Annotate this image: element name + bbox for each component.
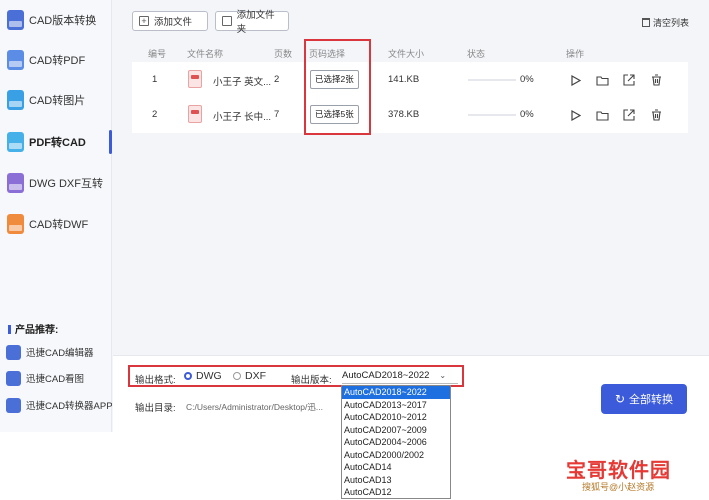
header-index: 编号 <box>148 49 167 59</box>
progress-bar <box>468 79 516 81</box>
table-row: 2 小王子 长中... 7 已选择5张 378.KB 0% <box>132 97 688 133</box>
version-option[interactable]: AutoCAD2000/2002 <box>342 449 450 462</box>
header-name: 文件名称 <box>187 49 224 59</box>
open-folder-icon[interactable] <box>595 73 609 87</box>
version-option[interactable]: AutoCAD12 <box>342 486 450 499</box>
table-header: 编号 文件名称 页数 页码选择 文件大小 状态 操作 <box>113 44 709 62</box>
clear-list-button[interactable]: 清空列表 <box>641 16 689 29</box>
header-pages: 页数 <box>274 49 293 59</box>
row-file-name: 小王子 英文... <box>213 77 272 88</box>
sidebar-item-cad-version[interactable]: CAD版本转换 <box>0 0 112 40</box>
recommend-label: 迅捷CAD看图 <box>26 374 85 385</box>
sidebar: CAD版本转换 CAD转PDF CAD转图片 PDF转CAD DWG DXF互转… <box>0 0 113 432</box>
recommend-title: 产品推荐: <box>8 321 58 336</box>
sidebar-item-cad-to-pdf[interactable]: CAD转PDF <box>0 40 112 80</box>
sidebar-item-label: DWG DXF互转 <box>29 178 103 190</box>
sidebar-item-pdf-to-cad[interactable]: PDF转CAD <box>0 122 112 162</box>
row-file-name: 小王子 长中... <box>213 112 272 123</box>
cad-app-icon <box>6 397 21 413</box>
format-version-highlight <box>128 365 464 387</box>
watermark: 宝哥软件园 搜狐号@小赵资源 <box>558 454 700 494</box>
version-option[interactable]: AutoCAD2013~2017 <box>342 399 450 412</box>
header-status: 状态 <box>467 49 486 59</box>
cad-to-pdf-icon <box>7 50 24 70</box>
cad-to-dwf-icon <box>7 214 24 234</box>
watermark-title: 宝哥软件园 <box>566 460 671 482</box>
row-pages: 2 <box>274 74 280 85</box>
sidebar-item-label: PDF转CAD <box>29 137 86 149</box>
version-option[interactable]: AutoCAD2004~2006 <box>342 436 450 449</box>
version-option[interactable]: AutoCAD2010~2012 <box>342 411 450 424</box>
row-index: 1 <box>152 74 158 85</box>
pdf-to-cad-icon <box>7 132 24 152</box>
output-dir-path[interactable]: C:/Users/Administrator/Desktop/迅... <box>186 401 323 413</box>
sidebar-item-label: CAD转图片 <box>29 95 86 107</box>
version-option[interactable]: AutoCAD14 <box>342 461 450 474</box>
add-folder-label: 添加文件夹 <box>236 10 275 35</box>
row-index: 2 <box>152 109 158 120</box>
header-size: 文件大小 <box>388 49 425 59</box>
sidebar-item-cad-to-image[interactable]: CAD转图片 <box>0 80 112 120</box>
folder-icon <box>222 16 232 26</box>
add-folder-button[interactable]: 添加文件夹 <box>215 10 289 35</box>
play-icon[interactable] <box>568 108 582 122</box>
recommend-cad-viewer[interactable]: 迅捷CAD看图 <box>6 368 84 388</box>
convert-all-button[interactable]: ↻ 全部转换 <box>601 384 687 414</box>
row-actions <box>568 73 676 87</box>
play-icon[interactable] <box>568 73 582 87</box>
sidebar-item-label: CAD版本转换 <box>29 15 97 27</box>
cad-to-image-icon <box>7 90 24 110</box>
recommend-label: 迅捷CAD转换器APP <box>26 401 113 412</box>
row-file-size: 141.KB <box>388 74 420 85</box>
row-progress: 0% <box>520 74 534 85</box>
recommend-cad-app[interactable]: 迅捷CAD转换器APP <box>6 395 113 415</box>
delete-icon[interactable] <box>649 73 663 87</box>
pdf-file-icon <box>188 70 202 88</box>
watermark-subtitle: 搜狐号@小赵资源 <box>582 482 655 492</box>
recommend-cad-editor[interactable]: 迅捷CAD编辑器 <box>6 342 94 362</box>
output-dir-label: 输出目录: <box>135 403 176 414</box>
cad-editor-icon <box>6 344 21 360</box>
delete-icon[interactable] <box>649 108 663 122</box>
progress-bar <box>468 114 516 116</box>
row-progress: 0% <box>520 109 534 120</box>
cad-viewer-icon <box>6 370 21 386</box>
version-option[interactable]: AutoCAD13 <box>342 474 450 487</box>
row-file-size: 378.KB <box>388 109 420 120</box>
convert-all-label: 全部转换 <box>629 394 674 406</box>
cad-version-icon <box>7 10 24 30</box>
pdf-file-icon <box>188 105 202 123</box>
add-file-button[interactable]: + 添加文件 <box>132 11 208 31</box>
row-pages: 7 <box>274 109 280 120</box>
version-option[interactable]: AutoCAD2018~2022 <box>342 386 450 399</box>
add-file-label: 添加文件 <box>154 17 193 28</box>
version-option[interactable]: AutoCAD2007~2009 <box>342 424 450 437</box>
sidebar-item-label: CAD转DWF <box>29 219 89 231</box>
header-ops: 操作 <box>566 49 585 59</box>
sidebar-item-label: CAD转PDF <box>29 55 86 67</box>
version-dropdown: AutoCAD2018~2022 AutoCAD2013~2017 AutoCA… <box>341 385 451 499</box>
app-window: CAD版本转换 CAD转PDF CAD转图片 PDF转CAD DWG DXF互转… <box>0 0 709 432</box>
sidebar-item-cad-to-dwf[interactable]: CAD转DWF <box>0 204 112 244</box>
recommend-label: 迅捷CAD编辑器 <box>26 348 94 359</box>
page-select-highlight <box>304 39 371 135</box>
share-icon[interactable] <box>622 108 636 122</box>
clear-list-label: 清空列表 <box>652 18 689 28</box>
row-actions <box>568 108 676 122</box>
table-row: 1 小王子 英文... 2 已选择2张 141.KB 0% <box>132 62 688 98</box>
sidebar-item-dwg-dxf[interactable]: DWG DXF互转 <box>0 163 112 203</box>
refresh-icon: ↻ <box>614 392 626 406</box>
plus-icon: + <box>139 16 149 26</box>
open-folder-icon[interactable] <box>595 108 609 122</box>
share-icon[interactable] <box>622 73 636 87</box>
trash-icon <box>641 18 650 27</box>
dwg-dxf-icon <box>7 173 24 193</box>
